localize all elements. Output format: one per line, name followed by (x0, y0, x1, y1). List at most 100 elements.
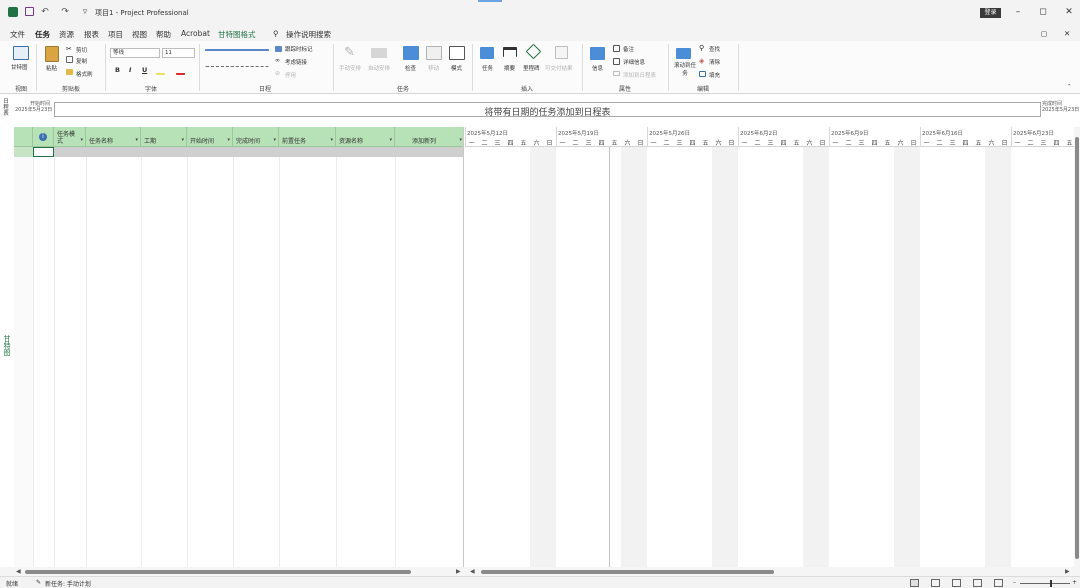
restore-button[interactable]: ◻ (1036, 6, 1050, 18)
close-ribbon-icon[interactable]: ✕ (1064, 29, 1070, 38)
redo-icon[interactable]: ↷ (60, 7, 70, 17)
zoom-slider[interactable] (1020, 583, 1070, 584)
mode-icon[interactable] (449, 46, 465, 60)
clear-button[interactable]: 清除 (709, 58, 720, 66)
information-icon[interactable] (590, 47, 605, 60)
move-button[interactable]: 移动 (428, 64, 439, 72)
auto-schedule-button[interactable]: 自动安排 (368, 64, 390, 72)
column-header-finish[interactable]: 完成时间 ▾ (233, 127, 279, 147)
mark-on-track-button[interactable]: 跟踪时标记 (285, 45, 313, 53)
tell-me-search[interactable]: 操作说明搜索 (286, 29, 331, 40)
milestone-icon[interactable] (525, 43, 542, 60)
chevron-down-icon[interactable]: ▾ (389, 137, 392, 143)
tab-resource[interactable]: 资源 (59, 29, 74, 40)
fill-button[interactable]: 填充 (709, 71, 720, 79)
underline-button[interactable]: U (142, 66, 147, 74)
zoom-slider-thumb[interactable] (1050, 580, 1052, 587)
font-size-select[interactable]: 11 (162, 48, 195, 58)
report-view-icon[interactable] (994, 579, 1003, 587)
indent-outdent-icons[interactable] (205, 66, 269, 73)
customize-quick-access-icon[interactable]: ▿ (80, 7, 90, 17)
inactivate-button[interactable]: 停用 (285, 71, 296, 79)
tab-project[interactable]: 项目 (108, 29, 123, 40)
summary-icon[interactable] (503, 47, 517, 57)
search-icon[interactable]: ⚲ (273, 29, 279, 38)
milestone-button[interactable]: 里程碑 (523, 64, 540, 72)
gantt-chart-icon[interactable] (13, 46, 29, 60)
tab-file[interactable]: 文件 (10, 29, 25, 40)
italic-button[interactable]: I (129, 66, 131, 74)
save-icon[interactable] (25, 7, 34, 16)
task-insert-button[interactable]: 任务 (482, 64, 493, 72)
vertical-scroll-thumb[interactable] (1075, 137, 1079, 559)
bold-button[interactable]: B (115, 66, 120, 74)
copy-button[interactable]: 复制 (76, 57, 87, 65)
chevron-down-icon[interactable]: ▾ (330, 137, 333, 143)
scroll-to-task-icon[interactable] (676, 48, 691, 59)
deliverable-button[interactable]: 可交付结果 (545, 64, 573, 72)
scroll-to-task-button[interactable]: 滚动到任务 (674, 62, 696, 78)
summary-button[interactable]: 摘要 (504, 64, 515, 72)
column-header-task-mode[interactable]: 任务模式 ▾ (54, 127, 86, 147)
timeline-bar[interactable]: 将带有日期的任务添加到日程表 (54, 102, 1041, 118)
new-tasks-mode[interactable]: 新任务: 手动计划 (45, 579, 91, 588)
move-icon[interactable] (426, 46, 442, 60)
selected-row[interactable] (54, 147, 463, 157)
manual-schedule-button[interactable]: 手动安排 (339, 64, 361, 72)
respect-links-button[interactable]: 考虑链接 (285, 58, 307, 66)
find-button[interactable]: 查找 (709, 45, 720, 53)
auto-schedule-icon[interactable] (371, 48, 387, 58)
active-cell[interactable] (33, 147, 54, 157)
font-family-select[interactable]: 等线 (110, 48, 160, 58)
cut-button[interactable]: 剪切 (76, 46, 87, 54)
zoom-in-icon[interactable]: + (1072, 579, 1077, 586)
tab-help[interactable]: 帮助 (156, 29, 171, 40)
tab-report[interactable]: 报表 (84, 29, 99, 40)
font-color-icon[interactable] (176, 67, 185, 75)
tab-task[interactable]: 任务 (35, 29, 50, 43)
inspect-button[interactable]: 检查 (405, 64, 416, 72)
mode-button[interactable]: 模式 (451, 64, 462, 72)
chevron-down-icon[interactable]: ▾ (459, 137, 462, 143)
tab-acrobat[interactable]: Acrobat (181, 29, 210, 38)
gantt-chart[interactable]: 2025年5月12日一二三四五六日 2025年5月19日一二三四五六日 2025年5… (465, 127, 1074, 570)
chevron-down-icon[interactable]: ▾ (135, 137, 138, 143)
information-button[interactable]: 信息 (592, 64, 603, 72)
column-header-add-new[interactable]: 添加新列 ▾ (395, 127, 463, 147)
column-header-predecessors[interactable]: 前置任务 ▾ (279, 127, 336, 147)
tab-gantt-format[interactable]: 甘特图格式 (218, 29, 256, 40)
chevron-down-icon[interactable]: ▾ (273, 137, 276, 143)
highlight-color-icon[interactable] (156, 67, 165, 75)
scroll-left-icon[interactable]: ◀ (470, 568, 475, 575)
resource-sheet-view-icon[interactable] (973, 579, 982, 587)
team-planner-view-icon[interactable] (952, 579, 961, 587)
scroll-right-icon[interactable]: ▶ (456, 568, 461, 575)
scroll-right-icon[interactable]: ▶ (1065, 568, 1070, 575)
selected-row-number[interactable] (14, 147, 33, 157)
tab-view[interactable]: 视图 (132, 29, 147, 40)
chevron-down-icon[interactable]: ▾ (80, 137, 83, 143)
add-to-timeline-button[interactable]: 添加到日程表 (623, 71, 656, 79)
column-header-start[interactable]: 开始时间 ▾ (187, 127, 233, 147)
undo-icon[interactable]: ↶ (40, 7, 50, 17)
collapse-ribbon-icon[interactable]: ⌃ (1067, 84, 1072, 90)
gantt-chart-button[interactable]: 甘特图 (11, 63, 28, 71)
task-usage-view-icon[interactable] (931, 579, 940, 587)
task-rows[interactable] (14, 147, 463, 570)
inspect-icon[interactable] (403, 46, 419, 60)
sheet-scroll-thumb[interactable] (25, 570, 411, 574)
select-all-corner[interactable] (14, 127, 33, 147)
gantt-scroll-thumb[interactable] (481, 570, 774, 574)
manual-schedule-icon[interactable]: ✎ (344, 45, 355, 60)
task-insert-icon[interactable] (480, 47, 494, 59)
paste-icon[interactable] (45, 46, 59, 62)
chevron-down-icon[interactable]: ▾ (181, 137, 184, 143)
details-button[interactable]: 详细信息 (623, 58, 645, 66)
task-sheet[interactable]: i 任务模式 ▾ 任务名称 ▾ 工期 ▾ 开始时间 ▾ 完成时间 ▾ 前置任务 ▾ 资源名称… (14, 127, 464, 570)
chevron-down-icon[interactable]: ▾ (227, 137, 230, 143)
restore-ribbon-icon[interactable]: ◻ (1041, 29, 1047, 38)
sign-in-button[interactable]: 登录 (980, 8, 1001, 18)
scroll-left-icon[interactable]: ◀ (16, 568, 21, 575)
column-header-resource-names[interactable]: 资源名称 ▾ (336, 127, 395, 147)
zoom-out-icon[interactable]: – (1013, 579, 1016, 586)
